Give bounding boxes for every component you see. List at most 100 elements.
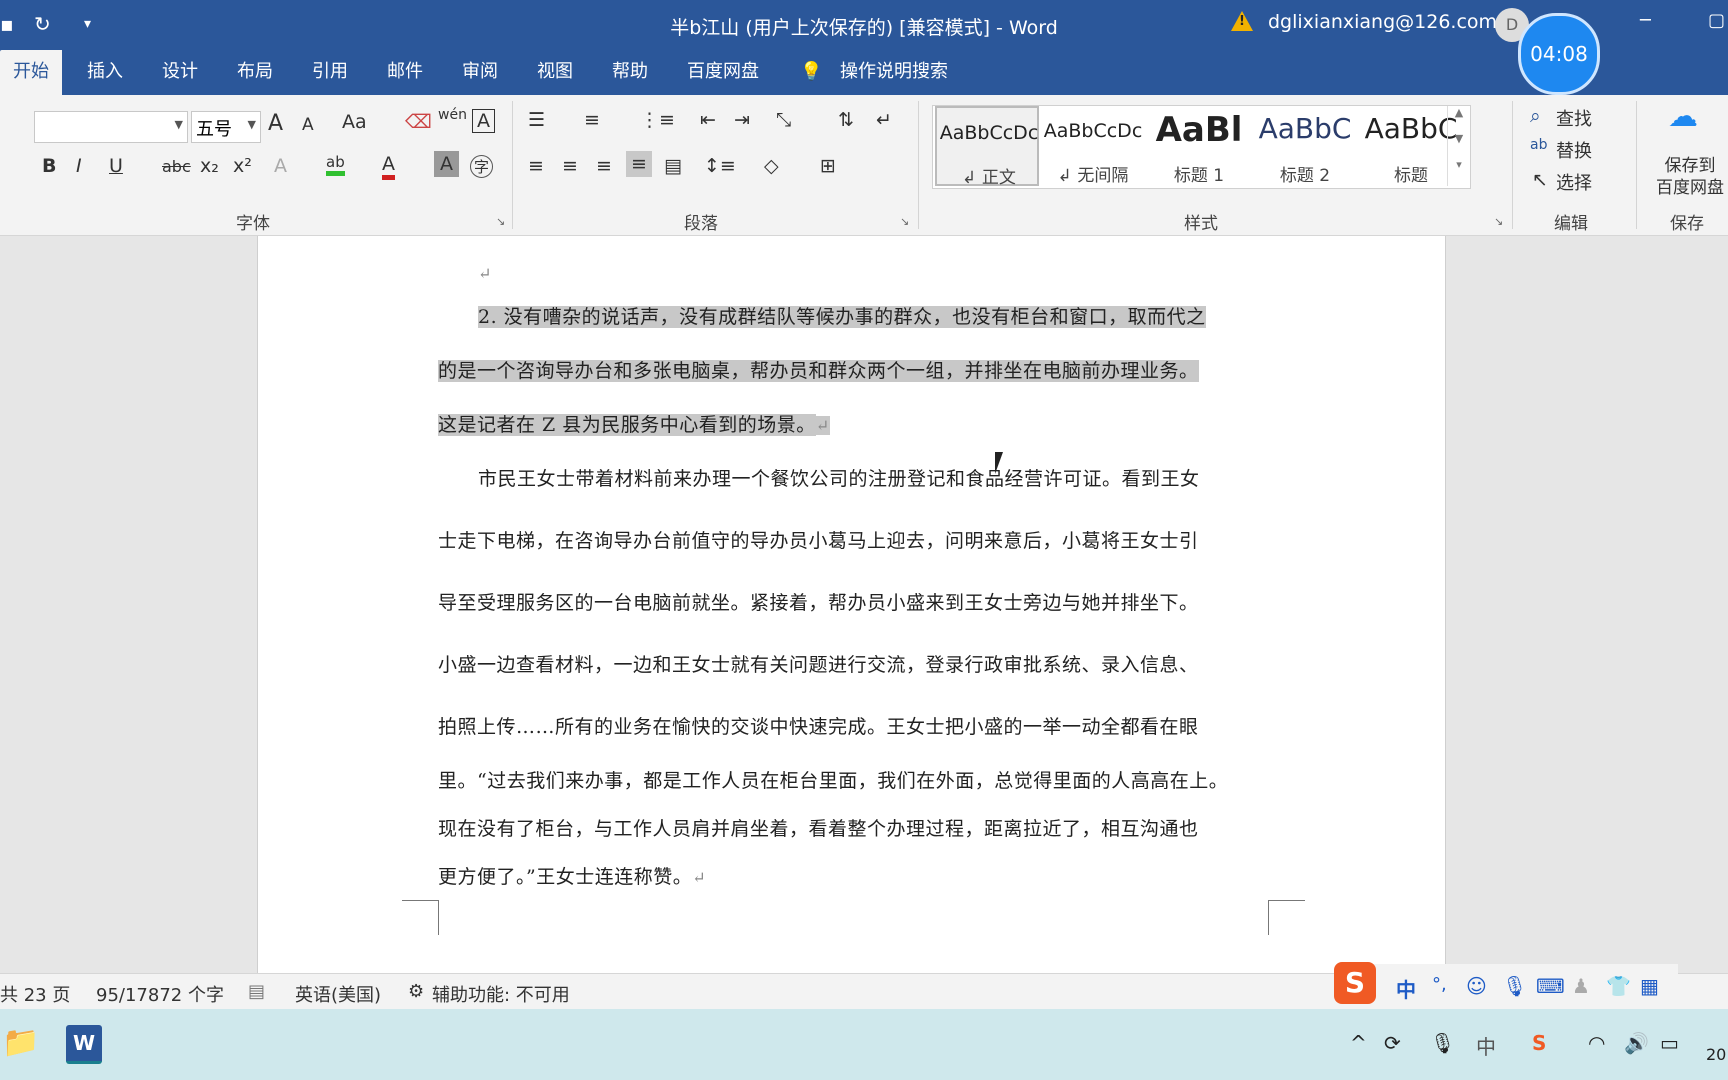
decrease-indent-icon[interactable]: ⇤: [700, 109, 716, 131]
accessibility-status[interactable]: 辅助功能: 不可用: [432, 981, 570, 1007]
tab-layout[interactable]: 布局: [237, 50, 273, 95]
accessibility-icon[interactable]: ⚙: [408, 981, 424, 1002]
multilevel-list-icon[interactable]: ⋮≡: [640, 109, 675, 131]
ime-tray-indicator[interactable]: 中: [1476, 1031, 1496, 1060]
tab-baidu[interactable]: 百度网盘: [687, 50, 759, 95]
chevron-down-icon[interactable]: ▼: [175, 118, 183, 131]
word-taskbar-icon[interactable]: W: [66, 1025, 102, 1064]
baidu-cloud-icon[interactable]: ☁: [1668, 99, 1698, 134]
text-effect-icon[interactable]: A: [274, 155, 287, 177]
word-count[interactable]: 95/17872 个字: [96, 981, 224, 1007]
strikethrough-button[interactable]: abc: [162, 157, 191, 176]
bold-button[interactable]: B: [42, 155, 56, 177]
sync-icon[interactable]: ⟳: [1384, 1031, 1401, 1055]
sort-icon[interactable]: ⇅: [838, 109, 854, 131]
subscript-button[interactable]: x₂: [200, 155, 219, 177]
font-dialog-launcher-icon[interactable]: ↘: [496, 215, 505, 228]
select-cursor-icon[interactable]: ↖: [1532, 169, 1548, 191]
style-heading-2[interactable]: AaBbC 标题 2: [1253, 106, 1357, 186]
minimize-icon[interactable]: ─: [1640, 10, 1651, 31]
styles-scroll[interactable]: ▲ ▼ ▾: [1447, 106, 1470, 186]
shading-icon[interactable]: ◇: [764, 155, 779, 177]
replace-button[interactable]: 替换: [1556, 137, 1592, 163]
doc-line[interactable]: 的是一个咨询导办台和多张电脑桌，帮办员和群众两个一组，并排坐在电脑前办理业务。: [438, 356, 1199, 383]
align-center-icon[interactable]: ≡: [562, 155, 578, 177]
char-border-icon[interactable]: A: [472, 109, 495, 133]
select-button[interactable]: 选择: [1556, 169, 1592, 195]
tab-mailings[interactable]: 邮件: [387, 50, 423, 95]
tab-references[interactable]: 引用: [312, 50, 348, 95]
increase-indent-icon[interactable]: ⇥: [734, 109, 750, 131]
recording-timer[interactable]: 04:08: [1518, 13, 1600, 95]
microphone-icon[interactable]: 🎙: [1502, 974, 1527, 998]
underline-button[interactable]: U: [109, 155, 123, 177]
language-indicator[interactable]: 英语(美国): [295, 981, 381, 1007]
warning-icon[interactable]: !: [1231, 11, 1253, 31]
justify-icon[interactable]: ≡: [626, 151, 652, 177]
tell-me-search[interactable]: 操作说明搜索: [840, 50, 948, 95]
doc-line[interactable]: 这是记者在 Z 县为民服务中心看到的场景。↵: [438, 410, 830, 437]
font-name-box[interactable]: ▼: [34, 111, 188, 143]
replace-icon[interactable]: ab: [1530, 137, 1547, 153]
emoji-icon[interactable]: ☺: [1466, 974, 1487, 998]
doc-line[interactable]: 士走下电梯，在咨询导办台前值守的导办员小葛马上迎去，问明来意后，小葛将王女士引: [438, 526, 1199, 553]
tab-view[interactable]: 视图: [537, 50, 573, 95]
user-icon[interactable]: ♟: [1572, 974, 1590, 998]
chevron-up-icon[interactable]: ^: [1350, 1031, 1367, 1055]
tab-insert[interactable]: 插入: [87, 50, 123, 95]
restore-icon[interactable]: ▢: [1708, 10, 1725, 31]
tab-design[interactable]: 设计: [162, 50, 198, 95]
tab-home[interactable]: 开始: [0, 50, 62, 95]
file-explorer-icon[interactable]: 📁: [2, 1025, 39, 1060]
document-page[interactable]: ↵ 2. 没有嘈杂的说话声，没有成群结队等候办事的群众，也没有柜台和窗口，取而代…: [257, 236, 1446, 973]
styles-dialog-launcher-icon[interactable]: ↘: [1494, 215, 1503, 228]
char-shading-icon[interactable]: A: [434, 151, 459, 177]
enclose-char-icon[interactable]: 字: [470, 155, 494, 178]
borders-icon[interactable]: ⊞: [820, 155, 836, 177]
italic-button[interactable]: I: [76, 155, 82, 177]
show-marks-icon[interactable]: ↵: [876, 109, 892, 131]
doc-line[interactable]: 现在没有了柜台，与工作人员肩并肩坐着，看着整个办理过程，距离拉近了，相互沟通也: [438, 814, 1199, 841]
grow-font-icon[interactable]: A: [268, 111, 283, 136]
bullets-icon[interactable]: ☰: [528, 109, 545, 131]
doc-line[interactable]: 拍照上传……所有的业务在愉快的交谈中快速完成。王女士把小盛的一举一动全都看在眼: [438, 712, 1199, 739]
sogou-tray-icon[interactable]: S: [1532, 1031, 1546, 1055]
doc-line[interactable]: 2. 没有嘈杂的说话声，没有成群结队等候办事的群众，也没有柜台和窗口，取而代之: [478, 302, 1206, 329]
chevron-down-icon[interactable]: ▼: [248, 118, 256, 131]
ime-mode[interactable]: 中: [1396, 974, 1416, 1003]
shrink-font-icon[interactable]: A: [302, 115, 314, 135]
ime-punct[interactable]: °,: [1432, 974, 1447, 995]
font-color-icon[interactable]: A: [382, 153, 395, 180]
style-no-spacing[interactable]: AaBbCcDc ↲ 无间隔: [1041, 106, 1145, 186]
style-heading-1[interactable]: AaBl 标题 1: [1147, 106, 1251, 186]
doc-line[interactable]: 小盛一边查看材料，一边和王女士就有关问题进行交流，登录行政审批系统、录入信息、: [438, 650, 1199, 677]
find-button[interactable]: 查找: [1556, 105, 1592, 131]
page-count[interactable]: 共 23 页: [0, 981, 70, 1007]
paragraph-dialog-launcher-icon[interactable]: ↘: [900, 215, 909, 228]
account-email[interactable]: dglixianxiang@126.com: [1268, 11, 1497, 33]
change-case-icon[interactable]: Aa: [342, 111, 367, 133]
doc-line[interactable]: 市民王女士带着材料前来办理一个餐饮公司的注册登记和食品经营许可证。看到王女: [478, 464, 1200, 491]
clock[interactable]: 20: [1706, 1045, 1726, 1064]
superscript-button[interactable]: x²: [233, 155, 252, 177]
toolbox-icon[interactable]: ▦: [1640, 974, 1659, 998]
doc-line[interactable]: 导至受理服务区的一台电脑前就坐。紧接着，帮办员小盛来到王女士旁边与她并排坐下。: [438, 588, 1199, 615]
skin-icon[interactable]: 👕: [1606, 974, 1631, 998]
save-to-baidu-button[interactable]: 保存到 百度网盘: [1650, 155, 1728, 199]
proofing-icon[interactable]: ▤: [248, 981, 265, 1002]
line-spacing-icon[interactable]: ↕≡: [704, 155, 736, 177]
align-right-icon[interactable]: ≡: [596, 155, 612, 177]
tab-help[interactable]: 帮助: [612, 50, 648, 95]
doc-line[interactable]: 里。“过去我们来办事，都是工作人员在柜台里面，我们在外面，总觉得里面的人高高在上…: [438, 766, 1228, 793]
battery-icon[interactable]: ▭: [1660, 1031, 1679, 1055]
font-size-box[interactable]: 五号 ▼: [191, 111, 261, 143]
highlight-color-icon[interactable]: ab: [326, 153, 345, 176]
wifi-icon[interactable]: ◠: [1588, 1031, 1605, 1055]
lightbulb-icon[interactable]: 💡: [800, 50, 822, 95]
numbering-icon[interactable]: ≡: [584, 109, 600, 131]
sogou-logo-icon[interactable]: S: [1334, 962, 1376, 1004]
microphone-tray-icon[interactable]: 🎙: [1430, 1031, 1455, 1055]
style-normal[interactable]: AaBbCcDc ↲ 正文: [935, 106, 1039, 188]
text-direction-icon[interactable]: ⤡: [776, 109, 791, 131]
find-icon[interactable]: ⌕: [1530, 105, 1541, 127]
